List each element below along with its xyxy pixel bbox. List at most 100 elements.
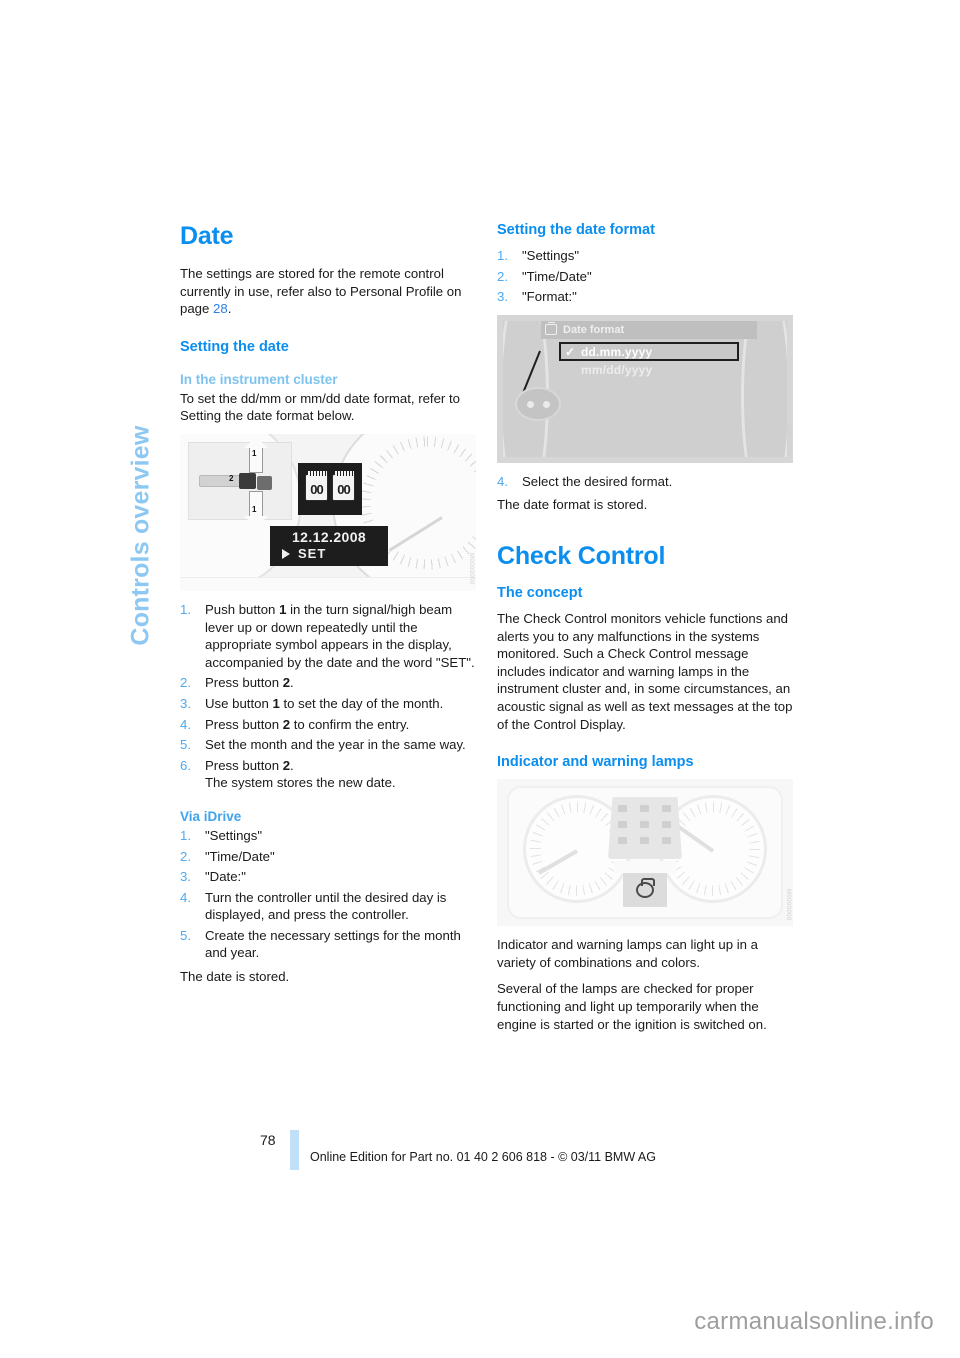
chapter-tab-label: Controls overview — [126, 425, 155, 646]
figure-instrument-cluster-date: 1 1 2 00 00 12.12.2008 SET M0000000 — [180, 433, 476, 591]
warning-lamp-icon — [640, 821, 649, 829]
triangle-marker-icon — [282, 548, 290, 559]
site-watermark: carmanualsonline.info — [694, 1308, 934, 1335]
warning-lamp-icon — [640, 805, 649, 813]
step-number: 2. — [497, 268, 508, 284]
list-item: 4. Press button 2 to confirm the entry. — [180, 716, 410, 732]
figure-idrive-date-format: Date format ✓ dd.mm.yyyy mm/dd/yyyy M000… — [497, 314, 793, 463]
step-number: 2. — [180, 675, 191, 691]
cluster-set-label: SET — [298, 545, 327, 561]
list-item: 3. "Date:" — [180, 869, 246, 885]
step-number: 4. — [497, 473, 508, 489]
setting-the-date-heading: Setting the date — [180, 338, 289, 355]
warning-lamp-icon — [618, 837, 627, 845]
idrive-screen: Date format ✓ dd.mm.yyyy mm/dd/yyyy — [503, 320, 787, 457]
page-title: Date — [180, 222, 234, 250]
list-item: 6. Press button 2. The system stores the n… — [180, 757, 396, 791]
step-number: 6. — [180, 757, 191, 773]
central-warning-lamp-box — [623, 873, 667, 908]
format-steps-after-list: 4. Select the desired format. — [497, 473, 793, 491]
lamps-paragraph-1: Indicator and warning lamps can light up… — [497, 937, 758, 970]
warning-lamp-icon — [640, 837, 649, 845]
figure-caption-id: M0000000 — [785, 425, 791, 457]
warning-lamp-icon — [618, 821, 627, 829]
screen-bezel-right — [741, 320, 787, 457]
brake-warning-icon — [636, 878, 655, 899]
cluster-bottom-strip — [180, 576, 476, 591]
lever-callout-1-down: 1 — [252, 504, 257, 514]
calendar-icon — [545, 321, 557, 335]
calendar-symbol-panel: 00 00 — [298, 462, 362, 515]
step-number: 3. — [180, 695, 191, 711]
step-number: 4. — [180, 889, 191, 905]
indicator-lamps-heading: Indicator and warning lamps — [497, 754, 694, 771]
page-footer: 78 Online Edition for Part no. 01 40 2 6… — [180, 1130, 800, 1172]
via-idrive-heading: Via iDrive — [180, 808, 242, 824]
list-item: 1. "Settings" — [497, 248, 580, 263]
list-item: 2. Press button 2. — [180, 675, 294, 691]
footer-accent-bar — [290, 1130, 299, 1170]
warning-lamp-icon — [618, 805, 627, 813]
page-reference-link[interactable]: 28 — [213, 301, 228, 316]
chapter-tab: Controls overview — [118, 130, 164, 645]
step-number: 5. — [180, 927, 191, 943]
intro-text-end: . — [227, 301, 232, 317]
figure-instrument-cluster-overview: M0000000 — [497, 779, 793, 927]
edition-notice: Online Edition for Part no. 01 40 2 606 … — [310, 1150, 656, 1164]
idrive-controller — [515, 386, 561, 421]
step-number: 2. — [180, 848, 191, 864]
list-item: 5. Set the month and the year in the same… — [180, 737, 466, 753]
step-number: 5. — [180, 737, 191, 753]
in-the-instrument-cluster-heading: In the instrument cluster — [180, 371, 338, 387]
warning-lamp-icon — [662, 805, 671, 813]
checkmark-icon: ✓ — [565, 344, 576, 359]
cluster-steps-list: 1. Push button 1 in the turn signal/high … — [180, 601, 476, 792]
setting-date-format-heading: Setting the date format — [497, 222, 655, 238]
step-number: 1. — [180, 601, 191, 617]
lever-button-2 — [257, 475, 272, 490]
step-number: 4. — [180, 716, 191, 732]
right-column: Setting the date format 1. "Settings" 2. "… — [497, 222, 793, 1033]
step-number: 3. — [180, 869, 191, 885]
cluster-date-panel: 12.12.2008 SET — [270, 525, 388, 566]
calendar-pad-left: 00 — [305, 470, 328, 501]
controller-dot-left — [527, 400, 534, 408]
lever-callout-2: 2 — [229, 473, 234, 483]
list-item: 1. Push button 1 in the turn signal/high … — [180, 601, 475, 670]
cluster-intro-paragraph: To set the dd/mm or mm/dd date format, r… — [180, 390, 460, 424]
figure-caption-id: M0000000 — [468, 553, 474, 585]
step-number: 1. — [497, 248, 508, 263]
controller-dot-right — [543, 400, 550, 408]
list-item: 4. Turn the controller until the desired … — [180, 889, 447, 923]
concept-paragraph: The Check Control monitors vehicle funct… — [497, 610, 793, 732]
warning-lamp-icon — [662, 837, 671, 845]
intro-paragraph: The settings are stored for the remote c… — [180, 265, 476, 318]
lever-callout-1-up: 1 — [252, 448, 257, 458]
list-item: 1. "Settings" — [180, 827, 263, 843]
list-item: 2. "Time/Date" — [180, 848, 275, 864]
page-number: 78 — [260, 1132, 276, 1148]
idrive-steps-list: 1. "Settings" 2. "Time/Date" 3. "Date:" 4. T… — [180, 827, 476, 962]
check-control-heading: Check Control — [497, 541, 666, 570]
the-concept-heading: The concept — [497, 584, 583, 601]
idrive-menu-titlebar: Date format — [541, 320, 757, 339]
lamps-paragraph-2: Several of the lamps are checked for pro… — [497, 981, 767, 1032]
warning-lamp-icon — [662, 821, 671, 829]
lever-button-1 — [239, 472, 256, 489]
step-number: 1. — [180, 827, 191, 843]
idrive-menu-title: Date format — [563, 323, 625, 336]
turn-signal-lever-inset: 1 1 2 — [188, 436, 292, 527]
figure-caption-id: M0000000 — [785, 888, 791, 921]
idrive-option-selected[interactable]: dd.mm.yyyy — [581, 345, 652, 359]
calendar-pad-right: 00 — [332, 470, 355, 501]
cluster-date-value: 12.12.2008 — [292, 528, 367, 545]
list-item: 4. Select the desired format. — [497, 473, 673, 489]
format-steps-list: 1. "Settings" 2. "Time/Date" 3. "Format:" — [497, 247, 793, 306]
idrive-option-other[interactable]: mm/dd/yyyy — [581, 363, 652, 377]
list-item: 5. Create the necessary settings for the … — [180, 927, 461, 961]
date-stored-text: The date is stored. — [180, 969, 290, 985]
format-stored-text: The date format is stored. — [497, 497, 648, 513]
manual-page: Controls overview Date The settings are … — [0, 0, 960, 1358]
list-item: 3. Use button 1 to set the day of the mon… — [180, 695, 444, 711]
list-item: 2. "Time/Date" — [497, 268, 592, 284]
